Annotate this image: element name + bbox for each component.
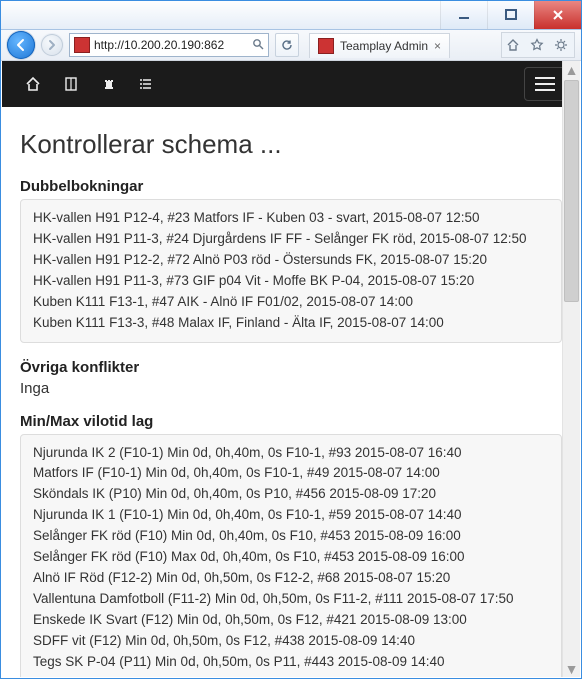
- list-item: Kuben K111 F13-1, #47 AIK - Alnö IF F01/…: [33, 292, 549, 313]
- other-conflicts-value: Inga: [20, 380, 562, 397]
- window: http://10.200.20.190:862 Teamplay Admin …: [0, 0, 582, 679]
- list-item: HK-vallen H91 P11-3, #73 GIF p04 Vit - M…: [33, 271, 549, 292]
- list-item: Njurunda IK 2 (F10-1) Min 0d, 0h,40m, 0s…: [33, 443, 549, 464]
- scroll-down-icon[interactable]: ▼: [563, 660, 580, 677]
- browser-refresh-button[interactable]: [275, 33, 299, 57]
- list-item: Matfors IF (F10-1) Min 0d, 0h,40m, 0s F1…: [33, 463, 549, 484]
- tab-close-icon[interactable]: ×: [434, 39, 441, 53]
- section-heading-other-conflicts: Övriga konflikter: [20, 359, 562, 376]
- tools-icon[interactable]: [550, 34, 572, 56]
- browser-address-bar[interactable]: http://10.200.20.190:862: [69, 33, 269, 57]
- list-item: Njurunda IK 1 (F10-1) Min 0d, 0h,40m, 0s…: [33, 505, 549, 526]
- page-body: Kontrollerar schema ... Dubbelbokningar …: [2, 107, 580, 677]
- nav-menu-toggle[interactable]: [524, 67, 566, 101]
- favicon-icon: [74, 37, 90, 53]
- list-item: Sköndals IK (P10) Min 0d, 0h,40m, 0s P10…: [33, 484, 549, 505]
- browser-command-bar: [501, 32, 575, 58]
- window-minimize-button[interactable]: [440, 1, 487, 29]
- list-item: HK-vallen H91 P12-2, #72 Alnö P03 röd - …: [33, 250, 549, 271]
- list-item: Alnö IF Röd (F12-2) Min 0d, 0h,50m, 0s F…: [33, 568, 549, 589]
- scroll-thumb[interactable]: [564, 80, 579, 302]
- home-icon[interactable]: [502, 34, 524, 56]
- scroll-up-icon[interactable]: ▲: [563, 61, 580, 78]
- browser-url: http://10.200.20.190:862: [94, 38, 248, 52]
- list-item: HK-vallen H91 P11-3, #24 Djurgårdens IF …: [33, 229, 549, 250]
- rest-time-panel: Njurunda IK 2 (F10-1) Min 0d, 0h,40m, 0s…: [20, 434, 562, 677]
- browser-forward-button[interactable]: [41, 34, 63, 56]
- favorites-icon[interactable]: [526, 34, 548, 56]
- favicon-icon: [318, 38, 334, 54]
- list-item: Selånger FK röd (F10) Max 0d, 0h,40m, 0s…: [33, 547, 549, 568]
- list-item: Selånger FK röd (F10) Min 0d, 0h,40m, 0s…: [33, 526, 549, 547]
- browser-tab[interactable]: Teamplay Admin ×: [309, 33, 450, 58]
- nav-list-icon[interactable]: [130, 67, 164, 101]
- list-item: SDFF vit (F12) Min 0d, 0h,50m, 0s F12, #…: [33, 631, 549, 652]
- section-heading-rest-time: Min/Max vilotid lag: [20, 413, 562, 430]
- browser-tab-title: Teamplay Admin: [340, 39, 428, 53]
- browser-viewport: Kontrollerar schema ... Dubbelbokningar …: [2, 61, 580, 677]
- section-heading-double-bookings: Dubbelbokningar: [20, 178, 562, 195]
- nav-home-icon[interactable]: [16, 67, 50, 101]
- nav-rook-icon[interactable]: [92, 67, 126, 101]
- window-maximize-button[interactable]: [487, 1, 534, 29]
- app-navbar: [2, 61, 580, 107]
- search-icon[interactable]: [252, 38, 264, 53]
- vertical-scrollbar[interactable]: ▲ ▼: [562, 61, 580, 677]
- list-item: Tegs SK P-04 (P11) Min 0d, 0h,50m, 0s P1…: [33, 652, 549, 673]
- window-close-button[interactable]: [534, 1, 581, 29]
- double-bookings-panel: HK-vallen H91 P12-4, #23 Matfors IF - Ku…: [20, 199, 562, 343]
- list-item: Enskede IK Svart (F12) Min 0d, 0h,50m, 0…: [33, 610, 549, 631]
- list-item: Vallentuna Damfotboll (F11-2) Min 0d, 0h…: [33, 589, 549, 610]
- browser-back-button[interactable]: [7, 31, 35, 59]
- nav-book-icon[interactable]: [54, 67, 88, 101]
- list-item: HK-vallen H91 P12-4, #23 Matfors IF - Ku…: [33, 208, 549, 229]
- browser-toolbar: http://10.200.20.190:862 Teamplay Admin …: [1, 30, 581, 61]
- window-titlebar: [1, 1, 581, 30]
- page-title: Kontrollerar schema ...: [20, 129, 562, 160]
- list-item: Kuben K111 F13-3, #48 Malax IF, Finland …: [33, 313, 549, 334]
- list-item: Sundsvalls FF F0304 (F12-4) Min 0d, 0h,5…: [33, 673, 549, 677]
